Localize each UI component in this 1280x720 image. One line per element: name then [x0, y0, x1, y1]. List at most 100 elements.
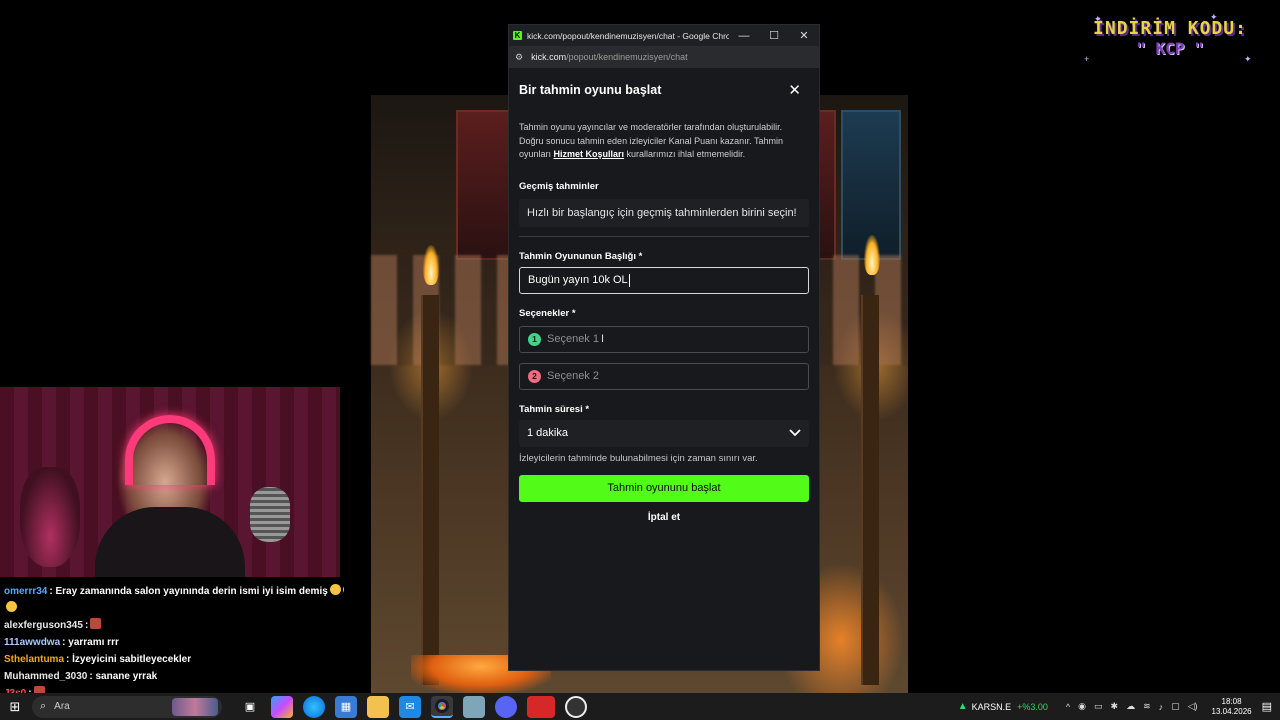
url-path: /popout/kendinemuzisyen/chat — [566, 52, 688, 62]
discord-icon[interactable] — [495, 695, 517, 718]
chat-username: 111awwdwa — [4, 637, 61, 648]
windows-taskbar: ⊞ ⌕ Ara ▣ ▦ ✉ ▲ KARSN.E +%3.00 ^ ◉ ▭ ✱ ☁… — [0, 693, 1280, 720]
chat-message: 111awwdwa: yarramı rrr — [4, 634, 344, 651]
duration-select[interactable]: 1 dakika — [519, 419, 809, 447]
headset — [125, 415, 215, 485]
prediction-title-label: Tahmin Oyununun Başlığı * — [519, 250, 643, 262]
address-bar[interactable]: ⚙ kick.com/popout/kendinemuzisyen/chat — [509, 46, 819, 68]
cloud-icon[interactable]: ☁ — [1126, 701, 1135, 712]
stock-widget[interactable]: ▲ KARSN.E +%3.00 — [958, 701, 1048, 712]
torch — [861, 295, 879, 685]
window-title: kick.com/popout/kendinemuzisyen/chat - G… — [527, 30, 729, 41]
streamer-body — [95, 507, 245, 577]
modal-description: Tahmin oyunu yayıncılar ve moderatörler … — [519, 121, 809, 162]
chat-message: omerrr34: Eray zamanında salon yayınında… — [4, 583, 344, 600]
streamer-webcam — [0, 387, 340, 577]
recording-app-icon[interactable] — [527, 695, 555, 718]
text-caret — [628, 273, 630, 287]
notepad-icon[interactable] — [463, 695, 485, 718]
divider — [519, 235, 809, 237]
past-predictions-label: Geçmiş tahminler — [519, 180, 599, 192]
microphone-icon[interactable]: ♪ — [1159, 702, 1164, 712]
promo-line-1: İNDİRİM KODU: — [1093, 18, 1247, 39]
notification-icon[interactable]: ▤ — [1262, 700, 1272, 713]
taskbar-search[interactable]: ⌕ Ara — [32, 695, 222, 718]
option-1-placeholder: Seçenek 1 — [547, 333, 599, 345]
mail-icon[interactable]: ✉ — [399, 695, 421, 718]
torch-flame — [864, 235, 880, 275]
trend-up-icon: ▲ — [957, 701, 968, 712]
chat-message: alexferguson345: — [4, 617, 344, 634]
microphone — [250, 487, 290, 542]
stock-change: +%3.00 — [1017, 701, 1048, 712]
chat-message: Sthelantuma: İzyeyicini sabitleyecekler — [4, 651, 344, 668]
clock-date: 13.04.2026 — [1211, 706, 1252, 716]
window-titlebar: K kick.com/popout/kendinemuzisyen/chat -… — [509, 25, 819, 46]
sparkle-icon: ✦ — [1094, 14, 1102, 24]
search-icon: ⌕ — [40, 700, 47, 712]
cancel-button[interactable]: İptal et — [519, 512, 809, 523]
prediction-title-input[interactable]: Bugün yayın 10k OL — [519, 266, 809, 294]
chevron-up-icon[interactable]: ^ — [1066, 702, 1070, 712]
chat-username: alexferguson345 — [4, 620, 83, 631]
search-placeholder: Ara — [54, 701, 70, 712]
window-close-button[interactable]: ✕ — [789, 29, 819, 42]
volume-icon[interactable]: ◁) — [1188, 701, 1198, 712]
stock-name: KARSN.E — [971, 701, 1012, 712]
modal-title: Bir tahmin oyunu başlat — [519, 83, 662, 97]
modal-header: Bir tahmin oyunu başlat ✕ — [519, 68, 809, 110]
emoji-icon — [6, 601, 17, 612]
kick-logo-icon: K — [513, 31, 522, 40]
pinned-apps: ▣ ▦ ✉ — [234, 695, 592, 718]
terms-link[interactable]: Hizmet Koşulları — [554, 149, 625, 159]
text-cursor-icon: I — [600, 333, 605, 345]
clock[interactable]: 18:08 13.04.2026 — [1212, 697, 1252, 717]
chrome-popout-window: K kick.com/popout/kendinemuzisyen/chat -… — [508, 24, 820, 671]
overlay-chat: omerrr34: Eray zamanında salon yayınında… — [4, 583, 344, 702]
chat-username: Muhammed_3030 — [4, 671, 88, 682]
chat-text: : sanane yrrak — [89, 671, 158, 682]
sparkle-icon: ✦ — [1210, 12, 1218, 22]
display-icon[interactable]: ▢ — [1171, 701, 1180, 712]
chat-username: omerrr34 — [4, 586, 48, 597]
option-1-number-badge: 1 — [528, 332, 541, 346]
maximize-button[interactable]: ☐ — [759, 29, 789, 42]
obs-icon[interactable] — [565, 695, 587, 718]
chat-message: Muhammed_3030: sanane yrrak — [4, 668, 344, 685]
store-icon[interactable]: ▦ — [335, 695, 357, 718]
sparkle-icon: + — [1084, 54, 1090, 64]
options-label: Seçenekler * — [519, 307, 576, 319]
torch-flame — [423, 245, 439, 285]
prediction-modal: Bir tahmin oyunu başlat ✕ Tahmin oyunu y… — [509, 68, 819, 523]
bluetooth-icon[interactable]: ✱ — [1111, 701, 1119, 712]
chat-message — [4, 600, 344, 617]
emote-icon — [90, 618, 102, 629]
minimize-button[interactable]: — — [729, 30, 759, 42]
torch — [421, 295, 439, 685]
option-2-input[interactable]: 2 Seçenek 2 — [519, 362, 809, 390]
chevron-down-icon — [789, 426, 801, 440]
chat-text: : İzyeyicini sabitleyecekler — [66, 654, 192, 665]
copilot-icon[interactable] — [271, 695, 293, 718]
tribal-banner — [456, 110, 516, 260]
guitar — [20, 467, 80, 567]
site-settings-icon[interactable]: ⚙ — [515, 52, 523, 63]
option-2-placeholder: Seçenek 2 — [547, 370, 599, 382]
windows-start-icon[interactable]: ⊞ — [0, 699, 30, 715]
task-view-icon[interactable]: ▣ — [239, 696, 261, 718]
edge-icon[interactable] — [303, 695, 325, 718]
search-highlight-image — [172, 697, 218, 716]
steam-icon[interactable]: ◉ — [1078, 701, 1086, 712]
wifi-icon[interactable]: ≋ — [1143, 701, 1151, 712]
file-explorer-icon[interactable] — [367, 695, 389, 718]
close-icon[interactable]: ✕ — [788, 81, 801, 99]
start-prediction-button[interactable]: Tahmin oyununu başlat — [519, 474, 809, 502]
prediction-title-value: Bugün yayın 10k OL — [528, 274, 628, 286]
network-icon[interactable]: ▭ — [1094, 701, 1103, 712]
promo-code-banner: İNDİRİM KODU: " KCP " — [1090, 18, 1250, 58]
past-predictions-select[interactable]: Hızlı bir başlangıç için geçmiş tahminle… — [519, 198, 809, 227]
sparkle-icon: ✦ — [1244, 54, 1252, 64]
system-tray: ▲ KARSN.E +%3.00 ^ ◉ ▭ ✱ ☁ ≋ ♪ ▢ ◁) 18:0… — [958, 693, 1280, 720]
option-1-input[interactable]: 1 Seçenek 1 I — [519, 325, 809, 353]
chrome-icon[interactable] — [431, 695, 453, 718]
